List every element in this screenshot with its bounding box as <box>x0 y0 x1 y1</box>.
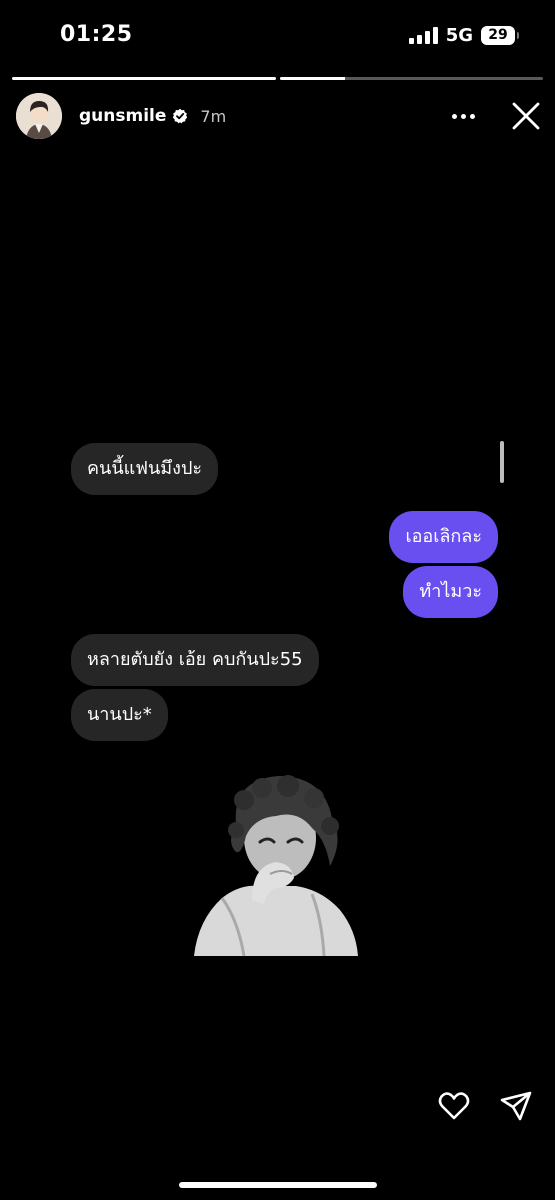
avatar[interactable] <box>16 93 62 139</box>
story-actions <box>437 1089 533 1123</box>
send-icon[interactable] <box>499 1089 533 1123</box>
story-progress <box>12 77 543 80</box>
scroll-indicator <box>500 441 504 483</box>
outgoing-message: เออเลิกละ <box>389 511 498 563</box>
incoming-message: หลายตับยัง เอ้ย คบกันปะ55 <box>71 634 319 686</box>
heart-icon[interactable] <box>437 1089 471 1123</box>
status-indicators: 5G 29 <box>408 25 519 46</box>
close-icon[interactable] <box>511 101 541 131</box>
progress-segment <box>279 77 543 80</box>
status-time: 01:25 <box>60 22 133 47</box>
network-type: 5G <box>445 25 473 46</box>
verified-badge-icon <box>173 108 188 124</box>
battery-icon: 29 <box>481 26 519 45</box>
outgoing-message: ทำไมวะ <box>403 566 498 618</box>
more-dots-icon[interactable] <box>452 113 475 119</box>
post-time: 7m <box>200 106 227 126</box>
incoming-message: คนนี้แฟนมึงปะ <box>71 443 219 495</box>
progress-segment <box>12 77 276 80</box>
signal-icon <box>408 27 438 44</box>
home-indicator[interactable] <box>179 1182 377 1188</box>
incoming-message: นานปะ* <box>71 689 168 741</box>
username[interactable]: gunsmile <box>79 106 166 126</box>
laughing-child-sticker <box>194 775 358 957</box>
story-header: gunsmile 7m <box>16 92 541 140</box>
